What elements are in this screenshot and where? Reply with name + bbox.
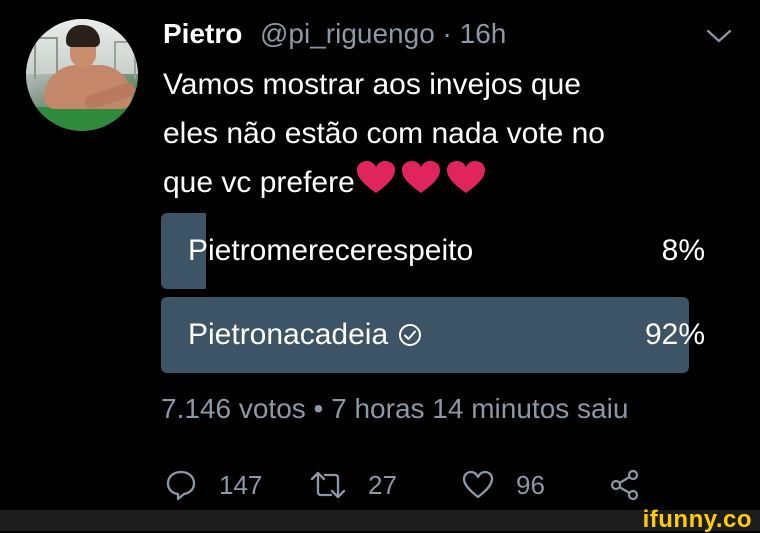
poll-option-1[interactable]: Pietromerecerespeito 8% [161, 213, 705, 289]
poll-option-2-label-wrap: Pietronacadeia [188, 297, 422, 373]
tweet-text-line: eles não estão com nada vote no [163, 117, 605, 150]
reply-icon [166, 470, 196, 501]
author-handle-time[interactable]: @pi_riguengo · 16h [260, 17, 506, 51]
share-button[interactable] [609, 462, 663, 508]
poll-option-2-percent: 92% [644, 318, 705, 351]
author-avatar[interactable] [26, 19, 138, 131]
like-count: 96 [516, 469, 545, 500]
tweet-text-line-end: que vc prefere [163, 166, 355, 199]
author-name[interactable]: Pietro [163, 17, 242, 51]
tweet-actions: 147 27 96 [0, 462, 760, 508]
tweet-text: Vamos mostrar aos invejos que eles não e… [163, 60, 723, 207]
red-heart-emoji-icon [356, 161, 485, 193]
tweet-text-line: Vamos mostrar aos invejos que [163, 68, 581, 101]
chevron-down-icon[interactable] [706, 28, 732, 44]
check-circle-icon [399, 324, 422, 346]
share-icon [610, 469, 639, 501]
avatar-pool [26, 107, 138, 131]
tweet-text-line: que vc prefere [163, 158, 723, 207]
poll-option-2-label: Pietronacadeia [188, 318, 389, 351]
retweet-button[interactable]: 27 [310, 462, 397, 508]
like-button[interactable]: 96 [462, 462, 545, 508]
poll-option-1-label: Pietromerecerespeito [188, 234, 474, 267]
poll-summary: 7.146 votos • 7 horas 14 minutos saiu [161, 393, 629, 424]
reply-button[interactable]: 147 [165, 462, 262, 508]
retweet-icon [310, 471, 346, 499]
poll-option-2[interactable]: Pietronacadeia 92% [161, 297, 705, 373]
reply-count: 147 [219, 469, 263, 500]
poll-option-1-percent: 8% [661, 234, 705, 267]
retweet-count: 27 [368, 469, 397, 500]
heart-icon [462, 470, 494, 499]
ifunny-watermark: ifunny.co [642, 506, 752, 533]
